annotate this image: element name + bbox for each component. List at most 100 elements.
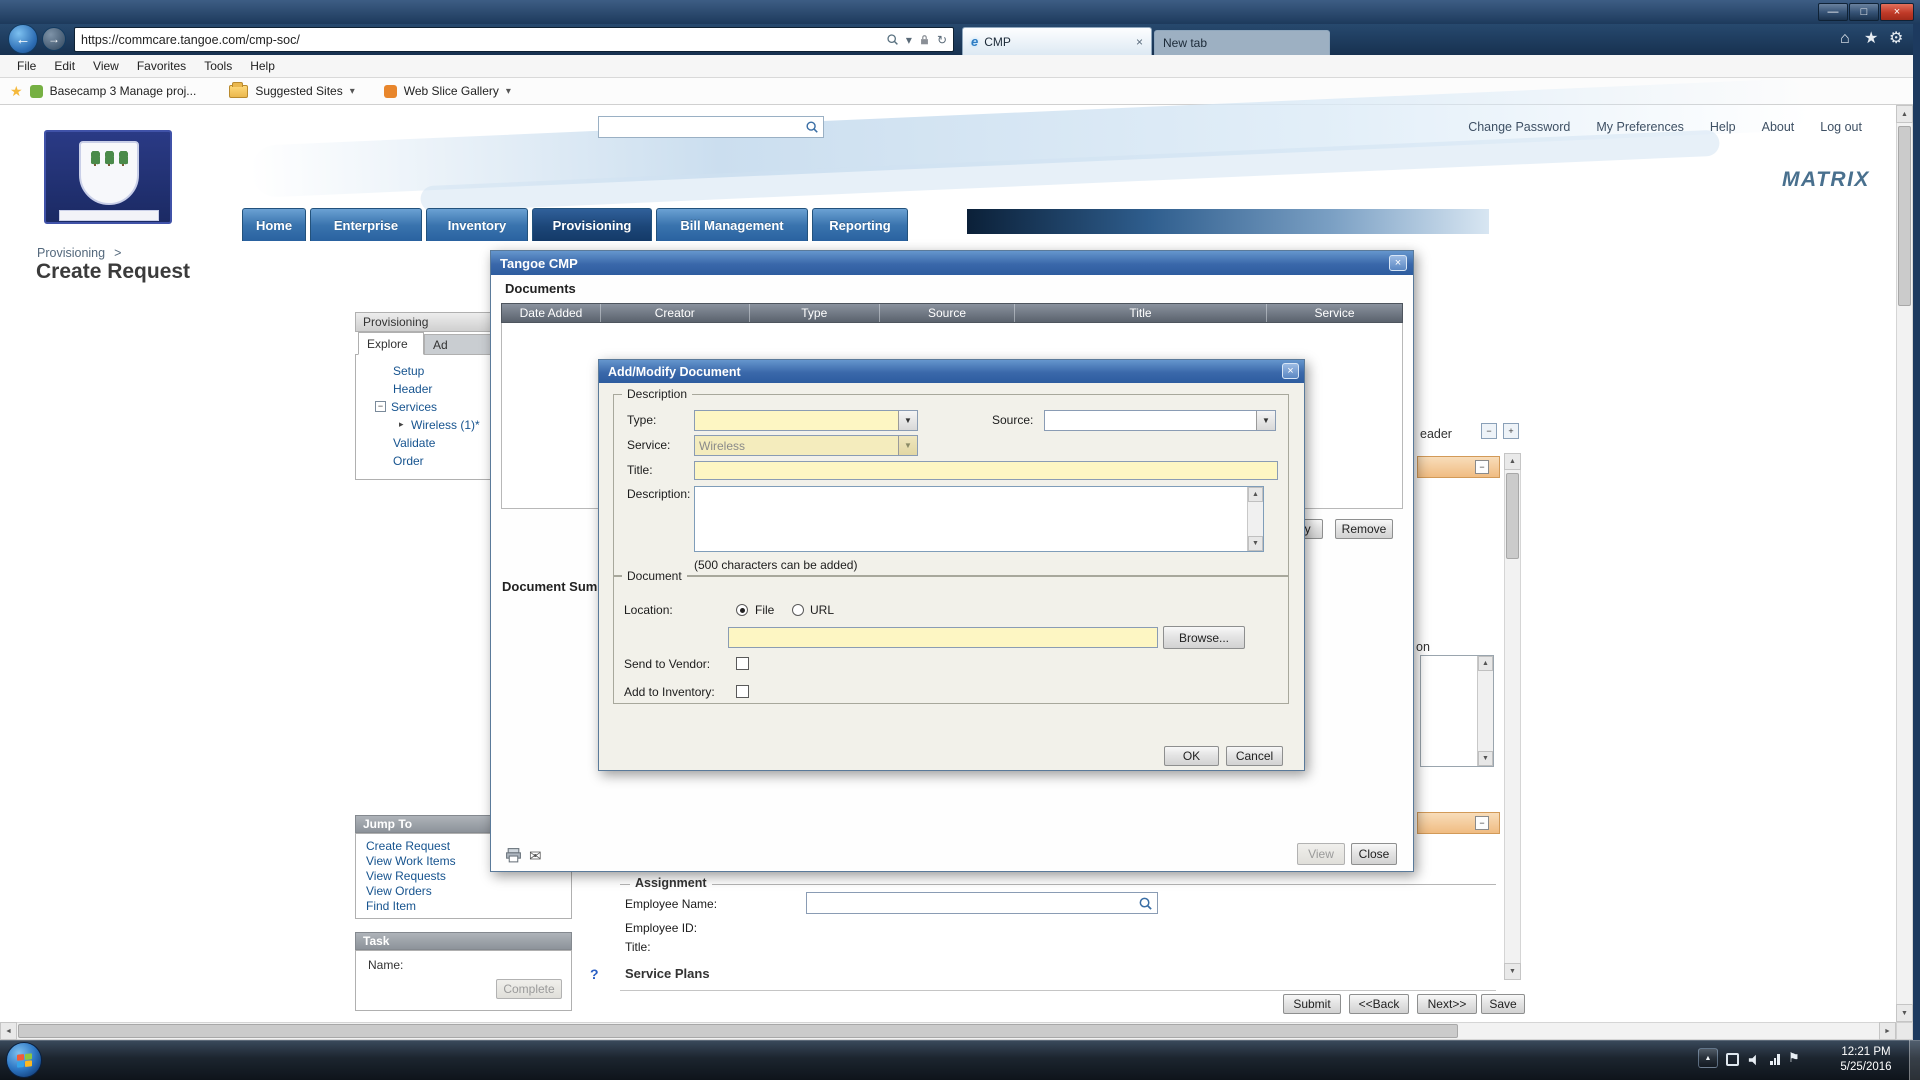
scroll-down-button[interactable]: ▼ — [1478, 751, 1493, 766]
maximize-button[interactable]: □ — [1849, 3, 1879, 21]
dialog-titlebar[interactable]: Add/Modify Document — [599, 360, 1304, 383]
show-hidden-icons-button[interactable]: ▲ — [1698, 1048, 1718, 1068]
tab-new-tab[interactable]: New tab — [1154, 30, 1330, 55]
menu-view[interactable]: View — [84, 59, 128, 73]
jump-link-find-item[interactable]: Find Item — [366, 899, 416, 913]
browse-button[interactable]: Browse... — [1163, 626, 1245, 649]
vertical-scroll-thumb[interactable] — [1898, 126, 1911, 306]
tab-explore[interactable]: Explore — [358, 332, 424, 355]
tray-app-icon[interactable] — [1726, 1053, 1739, 1066]
send-to-vendor-checkbox[interactable] — [736, 657, 749, 670]
tab-close-icon[interactable]: × — [1136, 35, 1143, 49]
collapse-section-box[interactable]: − — [1475, 816, 1489, 830]
jump-link-create-request[interactable]: Create Request — [366, 839, 450, 853]
file-radio-label[interactable]: File — [755, 603, 774, 617]
forward-button[interactable]: → — [42, 27, 66, 51]
breadcrumb-provisioning[interactable]: Provisioning — [37, 246, 105, 260]
title-input[interactable] — [694, 461, 1278, 480]
scroll-down-button[interactable]: ▼ — [1504, 963, 1521, 980]
menu-favorites[interactable]: Favorites — [128, 59, 195, 73]
tree-expand-arrow-icon[interactable]: ▸ — [399, 419, 404, 430]
menu-tools[interactable]: Tools — [195, 59, 241, 73]
tree-item-header[interactable]: Header — [393, 382, 432, 396]
start-button[interactable] — [6, 1042, 42, 1078]
search-icon[interactable] — [1138, 896, 1153, 911]
scroll-right-button[interactable]: ► — [1879, 1022, 1896, 1040]
breadcrumb[interactable]: Provisioning > — [37, 246, 121, 260]
scroll-up-button[interactable]: ▲ — [1896, 105, 1913, 123]
link-my-preferences[interactable]: My Preferences — [1596, 120, 1684, 134]
nav-tab-provisioning[interactable]: Provisioning — [532, 208, 652, 241]
submit-button[interactable]: Submit — [1283, 994, 1341, 1014]
source-dropdown[interactable]: ▼ — [1044, 410, 1276, 431]
nav-tab-home[interactable]: Home — [242, 208, 306, 241]
favorites-star-icon[interactable]: ★ — [10, 83, 23, 100]
tree-collapse-icon[interactable]: − — [375, 401, 386, 412]
scroll-up-button[interactable]: ▲ — [1478, 656, 1493, 671]
remove-button[interactable]: Remove — [1335, 519, 1393, 539]
file-path-input[interactable] — [728, 627, 1158, 648]
address-bar[interactable]: https://commcare.tangoe.com/cmp-soc/ ▾ ↻ — [74, 27, 954, 52]
portal-search-input[interactable] — [598, 116, 824, 138]
menu-help[interactable]: Help — [241, 59, 284, 73]
link-change-password[interactable]: Change Password — [1468, 120, 1570, 134]
tab-cmp[interactable]: e CMP × — [962, 27, 1152, 55]
url-radio[interactable] — [792, 604, 804, 616]
complete-button[interactable]: Complete — [496, 979, 562, 999]
refresh-icon[interactable]: ↻ — [937, 33, 947, 47]
nav-tab-bill-management[interactable]: Bill Management — [656, 208, 808, 241]
menu-edit[interactable]: Edit — [45, 59, 84, 73]
search-icon[interactable] — [886, 33, 899, 46]
email-icon[interactable]: ✉ — [529, 847, 542, 865]
close-button[interactable]: Close — [1351, 843, 1397, 865]
ok-button[interactable]: OK — [1164, 746, 1219, 766]
favorite-basecamp[interactable]: Basecamp 3 Manage proj... — [50, 84, 197, 98]
jump-link-view-orders[interactable]: View Orders — [366, 884, 432, 898]
description-textarea[interactable]: ▲ ▼ — [694, 486, 1264, 552]
back-button[interactable]: ← — [8, 24, 38, 54]
nav-tab-inventory[interactable]: Inventory — [426, 208, 528, 241]
next-button[interactable]: Next>> — [1417, 994, 1477, 1014]
favorites-star-icon[interactable]: ★ — [1864, 31, 1878, 47]
jump-link-view-requests[interactable]: View Requests — [366, 869, 446, 883]
favorite-web-slice-gallery[interactable]: Web Slice Gallery — [404, 84, 499, 98]
browser-titlebar[interactable]: — □ × — [0, 0, 1920, 24]
tree-item-validate[interactable]: Validate — [393, 436, 435, 450]
tree-item-setup[interactable]: Setup — [393, 364, 424, 378]
clipped-textarea[interactable]: ▲ ▼ — [1420, 655, 1494, 767]
link-about[interactable]: About — [1762, 120, 1795, 134]
link-help[interactable]: Help — [1710, 120, 1736, 134]
tree-item-wireless[interactable]: Wireless (1)* — [411, 418, 480, 432]
save-button[interactable]: Save — [1481, 994, 1525, 1014]
minimize-button[interactable]: — — [1818, 3, 1848, 21]
type-dropdown[interactable]: ▼ — [694, 410, 918, 431]
caret-down-icon[interactable]: ▾ — [906, 33, 912, 47]
favorite-suggested-sites[interactable]: Suggested Sites — [255, 84, 342, 98]
scroll-thumb[interactable] — [1506, 473, 1519, 559]
url-radio-label[interactable]: URL — [810, 603, 834, 617]
horizontal-scroll-thumb[interactable] — [18, 1024, 1458, 1038]
scroll-left-button[interactable]: ◄ — [0, 1022, 17, 1040]
home-icon[interactable]: ⌂ — [1840, 31, 1850, 47]
view-button[interactable]: View — [1297, 843, 1345, 865]
show-desktop-button[interactable] — [1909, 1040, 1920, 1080]
volume-icon[interactable] — [1748, 1054, 1762, 1066]
cancel-button[interactable]: Cancel — [1226, 746, 1283, 766]
close-window-button[interactable]: × — [1880, 3, 1914, 21]
action-center-flag-icon[interactable]: ⚑ — [1788, 1050, 1800, 1066]
help-question-icon[interactable]: ? — [590, 966, 599, 982]
scroll-up-button[interactable]: ▲ — [1504, 453, 1521, 470]
caret-down-icon[interactable]: ▾ — [506, 86, 511, 97]
jump-link-view-work-items[interactable]: View Work Items — [366, 854, 456, 868]
add-to-inventory-checkbox[interactable] — [736, 685, 749, 698]
textarea-scrollbar[interactable]: ▲ ▼ — [1247, 487, 1263, 551]
print-icon[interactable] — [505, 847, 522, 869]
settings-gear-icon[interactable]: ⚙ — [1889, 31, 1903, 47]
nav-tab-enterprise[interactable]: Enterprise — [310, 208, 422, 241]
tree-item-services[interactable]: Services — [391, 400, 437, 414]
collapse-all-icon[interactable]: − — [1481, 423, 1497, 439]
scroll-down-button[interactable]: ▼ — [1896, 1004, 1913, 1022]
modal-titlebar[interactable]: Tangoe CMP — [491, 251, 1413, 275]
tab-advanced[interactable]: Ad — [424, 334, 496, 355]
textarea-scrollbar[interactable]: ▲ ▼ — [1477, 656, 1493, 766]
